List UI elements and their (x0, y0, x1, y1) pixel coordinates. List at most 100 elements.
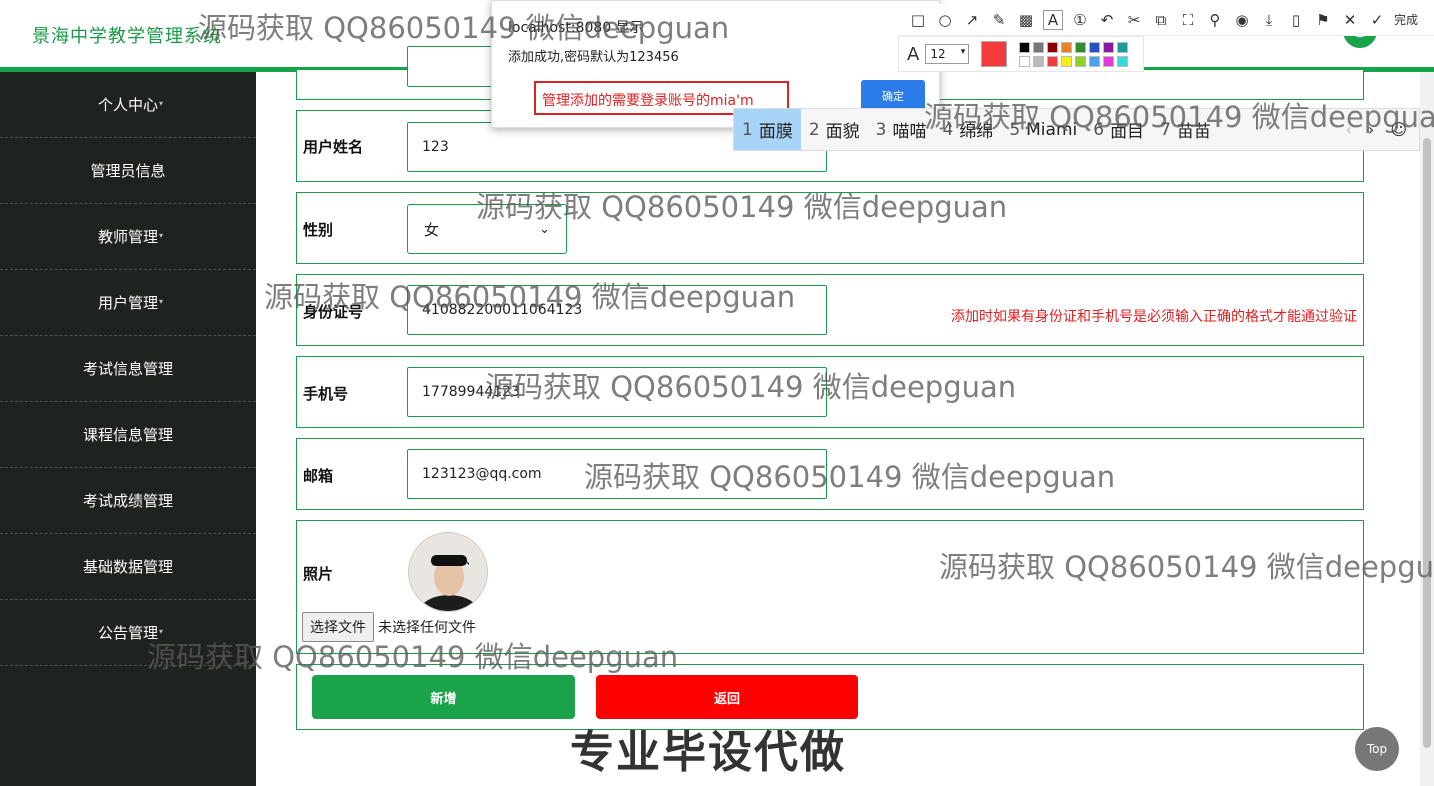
file-upload: 选择文件 未选择任何文件 (302, 612, 476, 642)
ime-candidate[interactable]: 6 面目 (1085, 109, 1152, 150)
color-swatch[interactable] (1019, 41, 1031, 53)
dialog-message: 添加成功,密码默认为123456 (508, 50, 679, 65)
color-swatch[interactable] (1033, 55, 1045, 67)
sidebar-item-course-info[interactable]: 课程信息管理 ▾ (0, 402, 256, 468)
color-swatch[interactable] (1089, 41, 1101, 53)
sidebar-item-base-data[interactable]: 基础数据管理 ▾ (0, 534, 256, 600)
done-button[interactable]: 完成 (1394, 11, 1418, 28)
app-title: 景海中学教学管理系统 (32, 26, 222, 47)
chevron-down-icon: ▾ (159, 363, 164, 372)
phone-icon[interactable]: ▯ (1286, 11, 1306, 29)
gender-select[interactable]: 女 ⌄ (407, 204, 567, 254)
sidebar-item-exam-info[interactable]: 考试信息管理 ▾ (0, 336, 256, 402)
id-number-label: 身份证号 (303, 303, 364, 321)
color-swatch[interactable] (1075, 55, 1087, 67)
back-button[interactable]: 返回 (596, 675, 858, 719)
ime-next-icon[interactable]: › (1368, 120, 1374, 139)
ime-candidate[interactable]: 3 喵喵 (868, 109, 935, 150)
font-icon: A (907, 43, 920, 65)
gender-label: 性别 (303, 221, 334, 239)
page-scrollbar[interactable] (1420, 72, 1434, 786)
emoji-icon[interactable]: ☺ (1390, 120, 1407, 139)
photo-preview (408, 532, 488, 612)
watermark-big: 专业毕设代做 (570, 727, 846, 778)
chevron-down-icon: ▾ (159, 429, 164, 438)
phone-input[interactable]: 17789944123 (407, 367, 827, 417)
email-input[interactable]: 123123@qq.com (407, 449, 827, 499)
color-swatch[interactable] (1089, 55, 1101, 67)
ime-candidate-bar: 1 面膜 2 面貌 3 喵喵 4 绵绵 5 Miami 6 面目 7 苗苗 ‹ › ☺ (733, 108, 1420, 151)
sidebar-item-admin-info[interactable]: 管理员信息 ▾ (0, 138, 256, 204)
color-swatch[interactable] (1033, 41, 1045, 53)
font-size-value: 12 (930, 47, 946, 61)
back-to-top-button[interactable]: Top (1355, 727, 1399, 771)
color-swatch[interactable] (1117, 41, 1129, 53)
color-swatch[interactable] (1047, 55, 1059, 67)
chevron-down-icon: ▾ (159, 99, 164, 108)
sidebar-item-personal-center[interactable]: 个人中心 ▾ (0, 72, 256, 138)
translate-icon[interactable]: ⧉ (1151, 11, 1171, 29)
dialog-title: localhost:8080 显示 (508, 20, 644, 36)
form-row-phone: 手机号 17789944123 (296, 356, 1364, 428)
rectangle-icon[interactable]: □ (908, 11, 928, 29)
name-label: 用户姓名 (303, 138, 364, 156)
undo-icon[interactable]: ↶ (1097, 11, 1117, 29)
annotation-toolbar: □ ○ ↗ ✎ ▩ A ① ↶ ✂ ⧉ ⛶ ⚲ ◉ ⤓ ▯ ⚑ ✕ ✓ 完成 (898, 4, 1434, 36)
ime-candidate[interactable]: 2 面貌 (801, 109, 868, 150)
ime-candidate-number: 1 (742, 119, 753, 140)
font-size-select[interactable]: 12 ▾ (925, 44, 970, 64)
ime-candidate-number: 4 (942, 119, 954, 140)
record-icon[interactable]: ◉ (1232, 11, 1252, 29)
main-content: 用户姓名 123 性别 女 ⌄ 身份证号 410882200011064123 … (256, 46, 1420, 786)
ime-candidate[interactable]: 4 绵绵 (934, 109, 1001, 150)
sidebar-item-label: 个人中心 (97, 96, 158, 114)
chevron-down-icon: ▾ (159, 495, 164, 504)
color-swatch[interactable] (1075, 41, 1087, 53)
bookmark-icon[interactable]: ⚑ (1313, 11, 1333, 29)
sidebar-item-teacher-management[interactable]: 教师管理 ▾ (0, 204, 256, 270)
ime-candidate-number: 6 (1093, 119, 1105, 140)
sidebar-item-label: 公告管理 (97, 624, 158, 642)
mosaic-icon[interactable]: ▩ (1016, 11, 1036, 29)
scissors-icon[interactable]: ✂ (1124, 11, 1144, 29)
ime-candidate[interactable]: 1 面膜 (734, 109, 801, 150)
current-color-swatch[interactable] (981, 41, 1008, 67)
ime-candidate[interactable]: 5 Miami (1001, 109, 1085, 150)
ime-candidate-text: 喵喵 (892, 122, 927, 142)
ime-candidate[interactable]: 7 苗苗 (1152, 109, 1219, 150)
color-swatch[interactable] (1103, 55, 1115, 67)
fullscreen-icon[interactable]: ⛶ (1178, 11, 1198, 29)
ime-prev-icon[interactable]: ‹ (1346, 120, 1352, 139)
pencil-icon[interactable]: ✎ (989, 11, 1009, 29)
scrollbar-thumb[interactable] (1423, 138, 1431, 748)
ime-candidate-text: 绵绵 (959, 122, 994, 142)
color-swatch[interactable] (1047, 41, 1059, 53)
color-swatch[interactable] (1061, 41, 1073, 53)
sidebar-item-announcements[interactable]: 公告管理 ▾ (0, 600, 256, 666)
sidebar-item-label: 管理员信息 (90, 162, 166, 180)
sidebar-item-label: 用户管理 (97, 294, 158, 312)
number-icon[interactable]: ① (1070, 11, 1090, 29)
check-icon[interactable]: ✓ (1367, 11, 1387, 29)
download-icon[interactable]: ⤓ (1259, 11, 1279, 29)
color-swatch[interactable] (1061, 55, 1073, 67)
chevron-down-icon: ▾ (159, 561, 164, 570)
pin-icon[interactable]: ⚲ (1205, 11, 1225, 29)
photo-label: 照片 (303, 565, 334, 583)
add-button[interactable]: 新增 (312, 675, 575, 719)
choose-file-button[interactable]: 选择文件 (302, 612, 374, 642)
close-icon[interactable]: ✕ (1340, 11, 1360, 29)
id-number-input[interactable]: 410882200011064123 (407, 285, 827, 335)
color-swatch[interactable] (1019, 55, 1031, 67)
chevron-down-icon: ▾ (159, 231, 164, 240)
circle-icon[interactable]: ○ (935, 11, 955, 29)
sidebar-item-exam-scores[interactable]: 考试成绩管理 ▾ (0, 468, 256, 534)
text-icon[interactable]: A (1043, 9, 1063, 30)
chevron-down-icon: ▾ (159, 165, 164, 174)
form-row-photo: 照片 选择文件 未选择任何文件 (296, 520, 1364, 654)
sidebar-item-user-management[interactable]: 用户管理 ▾ (0, 270, 256, 336)
color-swatch[interactable] (1103, 41, 1115, 53)
arrow-icon[interactable]: ↗ (962, 11, 982, 29)
form-row-id-number: 身份证号 410882200011064123 添加时如果有身份证和手机号是必须… (296, 274, 1364, 346)
color-swatch[interactable] (1117, 55, 1129, 67)
